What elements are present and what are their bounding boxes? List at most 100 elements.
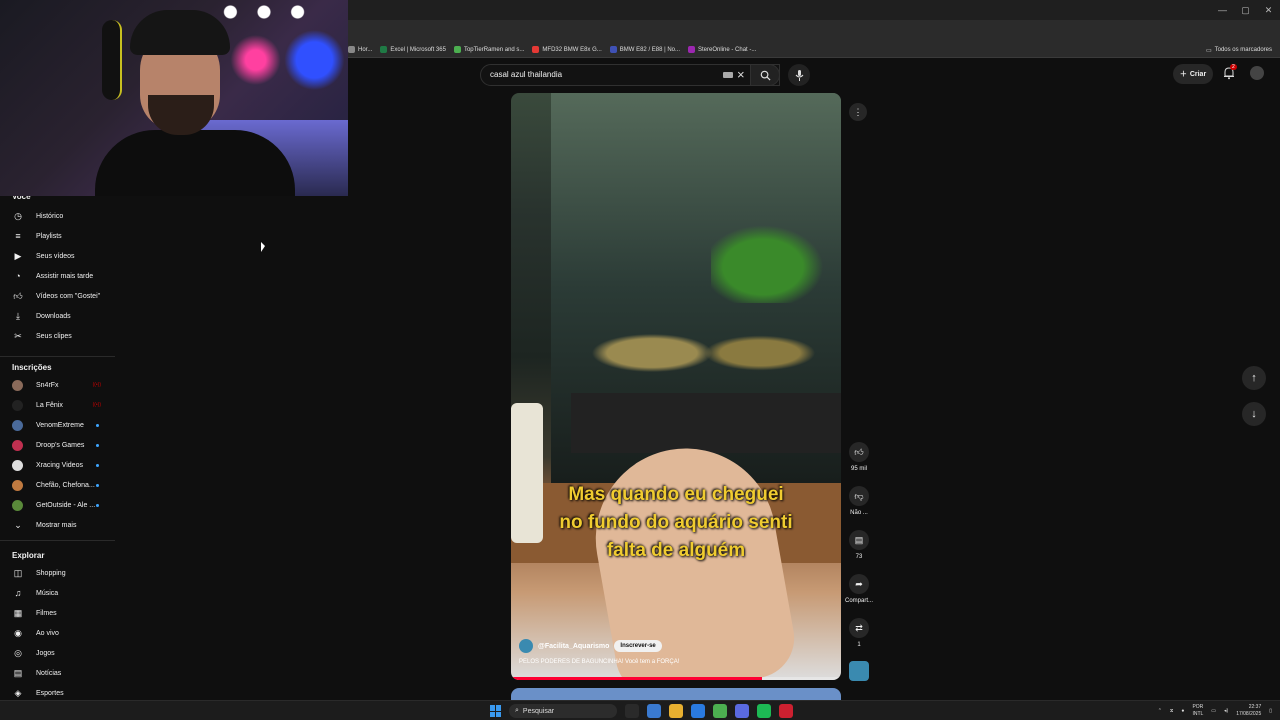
subscription-label: Sn4rFx [36,381,59,389]
all-bookmarks[interactable]: ▭ Todos os marcadores [1206,42,1272,58]
sidebar-item-assistir-mais-tarde[interactable]: ◔ Assistir mais tarde [0,267,115,285]
display-icon[interactable]: ▭ [1211,708,1216,714]
taskbar-app-icon[interactable] [647,704,661,718]
previous-short-button[interactable]: ↑ [1242,366,1266,390]
notification-center-icon[interactable]: ▯ [1269,708,1272,714]
next-short-button[interactable]: ↓ [1242,402,1266,426]
audio-thumbnail[interactable] [849,661,869,681]
sidebar-item-label: Vídeos com "Gostei" [36,292,101,300]
search-input[interactable]: casal azul thailandia [490,70,562,79]
thumbs-down-icon: 👎︎ [849,486,869,506]
music-icon: ♫ [14,588,22,598]
thumbs-up-icon: 👍︎ [849,442,869,462]
channel-avatar [12,379,23,391]
sidebar-item-v-deos-com-gostei-[interactable]: 👍︎ Vídeos com "Gostei" [0,287,115,305]
subscription-item[interactable]: VenomExtreme [0,416,115,434]
subscribe-button[interactable]: Inscrever-se [614,640,662,652]
bookmark-item[interactable]: BMW E82 / E88 | No... [609,46,680,53]
like-button[interactable]: 👍︎ 95 mil [840,442,878,472]
taskbar-app-icon[interactable] [713,704,727,718]
sidebar-item-shopping[interactable]: ◫ Shopping [0,564,115,582]
taskbar-app-icon[interactable] [691,704,705,718]
window-controls: — ▢ ✕ [1211,0,1280,20]
subscription-item[interactable]: Sn4rFx ((•)) [0,376,115,394]
progress-bar[interactable] [511,677,841,680]
subscription-item[interactable]: GetOutside - Ale ... [0,496,115,514]
sidebar-item-playlists[interactable]: ≡ Playlists [0,227,115,245]
network-icon[interactable]: ⧖ [1170,708,1174,714]
notification-count-badge: 2 [1230,64,1237,70]
next-short-preview[interactable] [511,688,841,700]
sidebar-item-downloads[interactable]: ⤓ Downloads [0,307,115,325]
sidebar-item-label: Seus clipes [36,332,72,340]
taskbar-app-icon[interactable] [625,704,639,718]
keyboard-icon[interactable] [723,72,733,78]
voice-search-button[interactable] [788,64,810,86]
subscription-item[interactable]: Chefão, Chefona... [0,476,115,494]
subscription-item[interactable]: Droop's Games [0,436,115,454]
sidebar: Você ◷ Histórico ≡ Playlists ▶ Seus vídeos ◔ As… [0,190,120,700]
download-icon: ⤓ [16,310,20,321]
sidebar-item-hist-rico[interactable]: ◷ Histórico [0,207,115,225]
more-options-button[interactable]: ⋮ [849,103,867,121]
taskbar-app-icon[interactable] [735,704,749,718]
bookmark-favicon-icon [348,46,355,53]
show-more-button[interactable]: ⌄ Mostrar mais [0,516,115,534]
sidebar-item-not-cias[interactable]: ▤ Notícias [0,664,115,682]
streamer-body [95,130,295,196]
account-avatar[interactable] [1250,66,1264,80]
maximize-icon[interactable]: ▢ [1234,0,1257,20]
bookmark-item[interactable]: StereOnline - Chat -... [688,46,756,53]
bookmark-favicon-icon [532,46,540,53]
explore-heading: Explorar [12,551,45,560]
aquarium-plants [711,213,841,303]
clear-search-icon[interactable]: × [737,67,745,82]
remix-button[interactable]: ⇄ 1 [840,618,878,648]
search-box[interactable]: casal azul thailandia × [480,64,780,86]
subscription-item[interactable]: Xracing Videos [0,456,115,474]
taskbar-apps [625,704,793,718]
search-button[interactable] [750,64,780,86]
progress-fill [511,677,762,680]
short-video-player[interactable]: Mas quando eu cheguei no fundo do aquári… [511,93,841,680]
bookmark-item[interactable]: Hor... [348,46,372,53]
bookmark-favicon-icon [453,46,461,53]
sidebar-item-label: Downloads [36,312,71,320]
sidebar-item-m-sica[interactable]: ♫ Música [0,584,115,602]
channel-name[interactable]: @Facilita_Aquarismo [538,643,609,650]
sidebar-item-seus-v-deos[interactable]: ▶ Seus vídeos [0,247,115,265]
watch-later-icon: ◔ [15,271,21,281]
clips-icon: ✂ [14,330,22,341]
subscriptions-heading[interactable]: Inscrições [12,363,52,372]
close-window-icon[interactable]: ✕ [1257,0,1280,20]
windows-start-icon[interactable] [490,705,502,717]
language-indicator[interactable]: POR INTL [1192,704,1203,718]
dislike-button[interactable]: 👎︎ Não ... [840,486,878,516]
clock[interactable]: 22:37 17/08/2025 [1236,704,1261,718]
sidebar-item-jogos[interactable]: ◎ Jogos [0,644,115,662]
channel-avatar [12,419,23,431]
gaming-icon: ◎ [14,647,22,658]
bookmark-item[interactable]: TopTierRamen and s... [453,46,524,53]
sidebar-item-label: Filmes [36,609,57,617]
comments-button[interactable]: ▤ 73 [840,530,878,560]
system-tray: ⌃ ⧖ ● POR INTL ▭ ◂) 22:37 17/08/2025 ▯ [1158,701,1272,720]
bookmark-item[interactable]: Excel | Microsoft 365 [380,46,446,53]
taskbar-app-icon[interactable] [669,704,683,718]
minimize-icon[interactable]: — [1211,0,1234,20]
volume-icon[interactable]: ◂) [1224,708,1228,714]
create-button[interactable]: ＋ Criar [1173,64,1213,84]
channel-avatar[interactable] [519,639,533,653]
tray-chevron-icon[interactable]: ⌃ [1158,708,1162,714]
taskbar-app-icon[interactable] [779,704,793,718]
taskbar-app-icon[interactable] [757,704,771,718]
subscription-item[interactable]: La Fênix ((•)) [0,396,115,414]
taskbar-search[interactable]: ⌕ Pesquisar [509,704,617,718]
share-button[interactable]: ➦ Compart... [840,574,878,604]
short-title[interactable]: PELOS PODERES DE BAGUNCINHA! Você tem a … [519,659,679,665]
mic-tray-icon[interactable]: ● [1181,708,1184,714]
bookmark-item[interactable]: MFD32 BMW E8x G... [532,46,602,53]
sidebar-item-seus-clipes[interactable]: ✂ Seus clipes [0,327,115,345]
sidebar-item-ao-vivo[interactable]: ◉ Ao vivo [0,624,115,642]
sidebar-item-filmes[interactable]: ▦ Filmes [0,604,115,622]
